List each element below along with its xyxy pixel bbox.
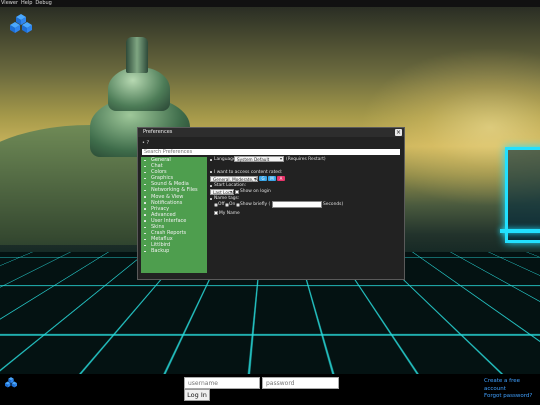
show-on-login-checkbox[interactable] xyxy=(235,190,239,194)
category-label: Colors xyxy=(151,169,167,176)
start-location-dropdown[interactable]: Last Location xyxy=(210,189,241,195)
viewer-logo-icon xyxy=(10,14,32,33)
bullet-icon xyxy=(144,214,146,216)
bullet-icon xyxy=(144,183,146,186)
bullet-icon xyxy=(210,198,212,200)
category-label: Littlbird xyxy=(151,242,171,249)
bullet-icon xyxy=(210,185,212,187)
category-label: Move & View xyxy=(151,193,184,200)
login-button[interactable]: Log In xyxy=(184,389,210,401)
language-note: (Requires Restart) xyxy=(286,157,326,162)
bullet-icon xyxy=(144,159,146,161)
neon-portal-base xyxy=(500,229,540,233)
bullet-icon xyxy=(144,171,146,174)
content-rating-dropdown[interactable]: General, Moderate, Adult xyxy=(210,176,266,182)
start-location-label: Start Location: xyxy=(214,183,247,188)
show-on-login-label: Show on login xyxy=(240,189,271,194)
name-tags-seconds-input[interactable] xyxy=(272,201,322,208)
bullet-icon xyxy=(144,238,146,241)
bullet-icon xyxy=(144,208,146,210)
tower-building xyxy=(126,37,148,73)
viewer-logo-icon xyxy=(5,377,17,388)
bullet-icon xyxy=(144,220,146,222)
name-tags-brief-label: Show briefly ( xyxy=(240,202,271,207)
menu-bar: Viewer Help Debug xyxy=(0,0,540,7)
my-name-label: My Name xyxy=(219,211,240,216)
category-label: Networking & Files xyxy=(151,187,198,194)
password-input[interactable] xyxy=(262,377,339,389)
category-label: Advanced xyxy=(151,211,176,218)
bullet-icon xyxy=(144,196,146,198)
bullet-icon xyxy=(144,226,146,229)
bullet-icon xyxy=(144,250,146,253)
category-label: Backup xyxy=(151,248,170,255)
category-label: Graphics xyxy=(151,175,174,182)
search-preferences-input[interactable] xyxy=(142,149,400,155)
category-list: General Chat Colors Graphics Sound & Med… xyxy=(141,157,207,273)
bullet-icon xyxy=(144,202,146,204)
preferences-title: Preferences xyxy=(143,129,173,135)
language-dropdown[interactable]: System Default xyxy=(234,156,284,162)
create-account-link[interactable]: Create a free account xyxy=(484,377,524,393)
menu-help[interactable]: Help xyxy=(21,0,32,7)
name-tags-seconds-label: Seconds) xyxy=(323,202,344,207)
rating-label: I want to access content rated: xyxy=(214,170,283,175)
category-label: Skins xyxy=(151,224,165,231)
category-label: Metaflux xyxy=(151,236,173,243)
name-tags-on-label: On xyxy=(229,202,236,207)
rating-a-button[interactable]: A xyxy=(277,176,285,181)
dome-building xyxy=(108,67,170,111)
category-label: Chat xyxy=(151,163,163,170)
bullet-icon xyxy=(144,244,146,247)
category-backup[interactable]: Backup xyxy=(141,248,207,254)
preferences-titlebar[interactable]: Preferences × xyxy=(138,128,404,137)
bullet-icon xyxy=(144,232,146,235)
close-icon[interactable]: × xyxy=(395,129,402,136)
my-name-checkbox[interactable] xyxy=(214,211,218,215)
category-label: Sound & Media xyxy=(151,181,189,188)
name-tags-label: Name tags: xyxy=(214,196,240,201)
general-panel: Language: System Default (Requires Resta… xyxy=(210,156,400,275)
username-input[interactable] xyxy=(184,377,260,389)
category-label: User Interface xyxy=(151,217,187,224)
bullet-icon xyxy=(144,165,146,168)
forgot-password-link[interactable]: Forgot password? xyxy=(484,393,532,399)
category-label: Crash Reports xyxy=(151,230,187,237)
category-label: General xyxy=(151,157,171,163)
preferences-window: Preferences × • ? General Chat Colors Gr… xyxy=(137,127,405,280)
bullet-icon xyxy=(144,177,146,180)
rating-g-button[interactable]: G xyxy=(259,176,267,181)
bullet-icon xyxy=(210,159,212,161)
menu-debug[interactable]: Debug xyxy=(35,0,51,7)
name-tags-off-label: Off xyxy=(218,202,225,207)
rating-m-button[interactable]: M xyxy=(268,176,276,181)
category-label: Privacy xyxy=(151,205,170,212)
menu-viewer[interactable]: Viewer xyxy=(1,0,18,7)
bullet-icon xyxy=(144,189,146,192)
help-hint[interactable]: • ? xyxy=(142,140,149,146)
category-label: Notifications xyxy=(151,199,183,206)
bullet-icon xyxy=(210,171,212,173)
